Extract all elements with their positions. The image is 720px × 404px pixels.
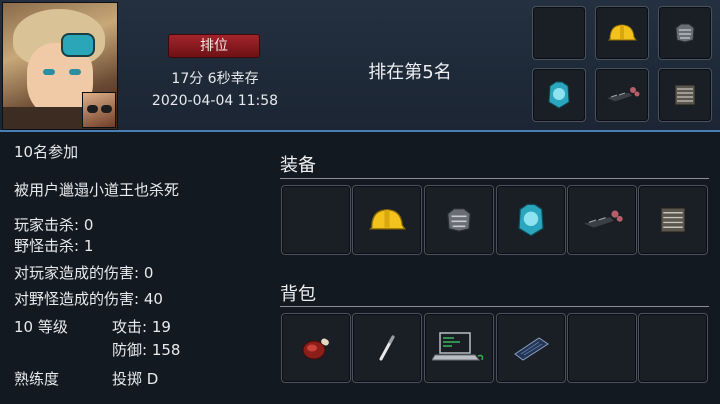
- backpack-slot-tablet[interactable]: [496, 313, 566, 383]
- equipment-slot-empty[interactable]: [281, 185, 351, 255]
- proficiency-label: 熟练度: [14, 370, 60, 388]
- player-level: 10 等级: [14, 318, 68, 336]
- weapon-icon: [603, 87, 640, 103]
- rank-badge: 排位: [168, 34, 260, 58]
- chest-armor-icon: [518, 203, 544, 237]
- header-slot-helmet[interactable]: [595, 6, 649, 60]
- shoes-icon: [660, 207, 686, 233]
- participants-count: 10名参加: [14, 143, 79, 161]
- helmet-icon: [369, 209, 406, 230]
- player-kills: 玩家击杀: 0: [14, 216, 94, 234]
- helmet-icon: [607, 24, 637, 41]
- armor-icon: [447, 208, 471, 232]
- header-slot-chest[interactable]: [532, 68, 586, 122]
- damage-to-monsters: 对野怪造成的伤害: 40: [14, 290, 163, 308]
- shoes-icon: [674, 84, 696, 106]
- backpack-title: 背包: [280, 284, 316, 305]
- backpack-slot-stick[interactable]: [352, 313, 422, 383]
- monster-kills: 野怪击杀: 1: [14, 237, 94, 255]
- weapon-icon: [579, 210, 623, 229]
- stick-icon: [379, 335, 395, 361]
- match-timestamp: 2020-04-04 11:58: [151, 93, 279, 109]
- chest-armor-icon: [548, 81, 570, 109]
- backpack-divider: [280, 306, 709, 307]
- armor-icon: [675, 23, 695, 43]
- result-header: 排位 17分 6秒幸存 2020-04-04 11:58 排在第5名: [0, 0, 720, 132]
- header-slot-armor[interactable]: [658, 6, 712, 60]
- meat-icon: [302, 338, 329, 360]
- header-slot-shoes[interactable]: [658, 68, 712, 122]
- header-slot-empty[interactable]: [532, 6, 586, 60]
- backpack-slot-laptop[interactable]: [424, 313, 494, 383]
- equipment-divider: [280, 178, 709, 179]
- killed-by: 被用户邋遢小道王也杀死: [14, 181, 180, 199]
- attack-stat: 攻击: 19: [112, 318, 171, 336]
- equipment-slot-shoes[interactable]: [638, 185, 708, 255]
- companion-portrait: [82, 92, 116, 128]
- defense-stat: 防御: 158: [112, 341, 181, 359]
- equipment-slot-helmet[interactable]: [352, 185, 422, 255]
- equipment-title: 装备: [280, 155, 316, 176]
- goggles-icon: [61, 33, 95, 57]
- laptop-icon: [432, 332, 484, 361]
- equipment-slot-chest[interactable]: [496, 185, 566, 255]
- equipment-slot-armor[interactable]: [424, 185, 494, 255]
- proficiency-value: 投掷 D: [112, 370, 159, 388]
- backpack-slot-meat[interactable]: [281, 313, 351, 383]
- header-slot-weapon[interactable]: [595, 68, 649, 122]
- equipment-slot-weapon[interactable]: [567, 185, 637, 255]
- rank-placement: 排在第5名: [368, 62, 452, 83]
- backpack-slot-empty-6[interactable]: [638, 313, 708, 383]
- backpack-slot-empty-5[interactable]: [567, 313, 637, 383]
- tablet-icon: [514, 337, 549, 361]
- damage-to-players: 对玩家造成的伤害: 0: [14, 264, 154, 282]
- survival-time: 17分 6秒幸存: [171, 71, 259, 87]
